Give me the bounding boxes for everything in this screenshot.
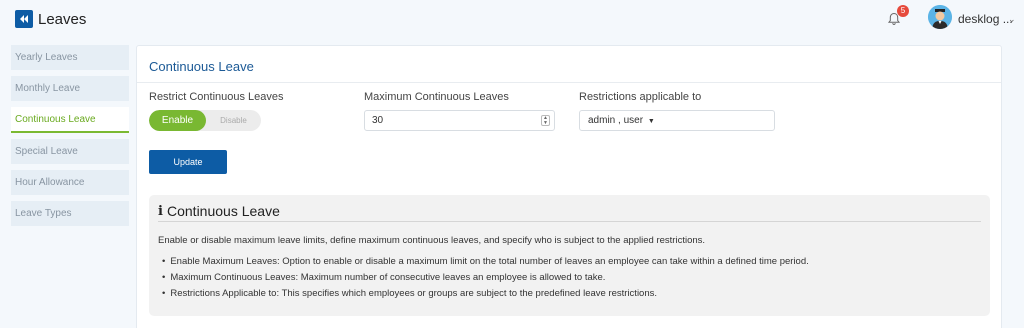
update-button[interactable]: Update <box>149 150 227 174</box>
number-spinner-icon[interactable]: ▲ ▼ <box>541 115 550 126</box>
info-list: Enable Maximum Leaves: Option to enable … <box>162 256 809 304</box>
restrictions-value: admin , user <box>588 115 644 126</box>
toggle-enable-option[interactable]: Enable <box>149 110 206 131</box>
sidebar-item-hour-allowance[interactable]: Hour Allowance <box>11 170 129 195</box>
sidebar-item-special-leave[interactable]: Special Leave <box>11 139 129 164</box>
info-panel: i Continuous Leave Enable or disable max… <box>149 195 990 316</box>
back-button[interactable] <box>15 10 33 28</box>
info-icon: i <box>158 204 163 219</box>
sidebar-item-yearly-leaves[interactable]: Yearly Leaves <box>11 45 129 70</box>
notification-badge: 5 <box>897 5 909 17</box>
restrict-label: Restrict Continuous Leaves <box>149 91 284 103</box>
list-item: Restrictions Applicable to: This specifi… <box>162 288 809 304</box>
double-chevron-left-icon <box>20 15 28 23</box>
settings-card: Continuous Leave Restrict Continuous Lea… <box>136 45 1002 328</box>
divider <box>137 82 1001 83</box>
app-title: Leaves <box>38 11 87 28</box>
sidebar: Yearly Leaves Monthly Leave Continuous L… <box>11 45 129 232</box>
caret-down-icon: ▼ <box>647 118 655 125</box>
chevron-down-icon[interactable]: ⌄ <box>1008 14 1016 25</box>
info-header: i Continuous Leave <box>158 203 981 222</box>
max-continuous-value: 30 <box>372 115 384 126</box>
max-continuous-label: Maximum Continuous Leaves <box>364 91 509 103</box>
restrictions-select[interactable]: admin , user ▼ <box>579 110 775 131</box>
sidebar-item-monthly-leave[interactable]: Monthly Leave <box>11 76 129 101</box>
user-name[interactable]: desklog ... <box>958 12 1013 26</box>
max-continuous-input[interactable]: 30 ▲ ▼ <box>364 110 555 131</box>
user-avatar-icon <box>928 5 952 29</box>
info-description: Enable or disable maximum leave limits, … <box>158 235 706 246</box>
sidebar-item-leave-types[interactable]: Leave Types <box>11 201 129 226</box>
page-title: Continuous Leave <box>149 59 254 74</box>
list-item: Enable Maximum Leaves: Option to enable … <box>162 256 808 272</box>
sidebar-item-continuous-leave[interactable]: Continuous Leave <box>11 107 129 133</box>
restrictions-label: Restrictions applicable to <box>579 91 702 103</box>
top-bar: Leaves 5 desklog ... ⌄ <box>0 0 1024 40</box>
info-title: Continuous Leave <box>167 203 280 219</box>
avatar[interactable] <box>928 5 952 29</box>
list-item: Maximum Continuous Leaves: Maximum numbe… <box>162 272 809 288</box>
toggle-disable-option[interactable]: Disable <box>206 110 261 131</box>
restrict-toggle[interactable]: Enable Disable <box>149 110 261 131</box>
